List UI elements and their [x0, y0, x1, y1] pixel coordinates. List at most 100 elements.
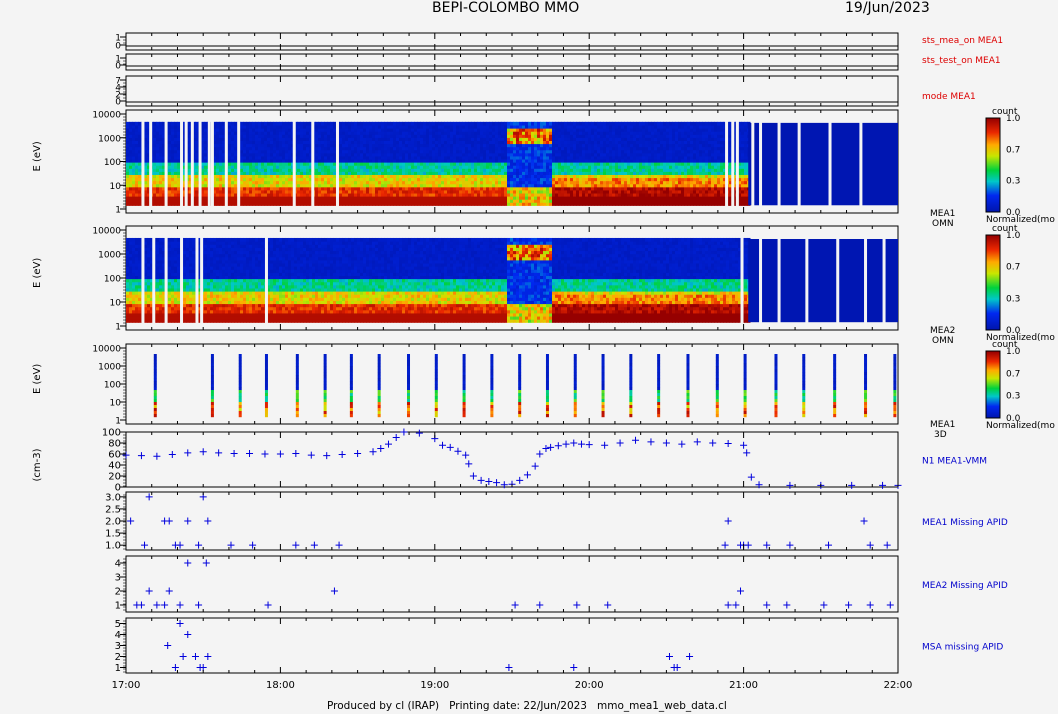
- data-point: [860, 517, 868, 525]
- data-gap: [141, 227, 145, 329]
- data-gap: [828, 111, 832, 212]
- data-point: [161, 601, 169, 609]
- data-point: [276, 450, 284, 458]
- data-point: [693, 438, 701, 446]
- panel-label: MEA2: [930, 326, 955, 336]
- y-tick-label: 1: [115, 663, 121, 674]
- y-tick-label: 2.0: [105, 517, 121, 528]
- data-point: [573, 601, 581, 609]
- data-point: [176, 620, 184, 627]
- data-point: [202, 559, 210, 567]
- data-point: [547, 443, 555, 451]
- data-gap: [335, 111, 339, 212]
- data-point: [199, 448, 207, 456]
- scatter-frame: [125, 617, 899, 674]
- data-point: [191, 653, 199, 660]
- spectrogram-mea2-omn: [126, 227, 898, 329]
- data-gap: [731, 111, 735, 212]
- data-gap: [777, 227, 781, 329]
- data-point: [127, 517, 135, 525]
- data-point: [204, 517, 212, 525]
- y-tick-label: 1000: [98, 134, 121, 144]
- data-gap: [725, 111, 729, 212]
- footer-credits: Produced by cl (IRAP) Printing date: 22/…: [327, 700, 727, 712]
- data-gap: [200, 227, 204, 329]
- data-gap: [207, 111, 211, 212]
- data-gap: [292, 111, 296, 212]
- data-point: [446, 443, 454, 451]
- data-point: [184, 517, 192, 525]
- y-tick-label: 100: [104, 381, 121, 391]
- panel-label: OMN: [932, 219, 954, 229]
- panel-label: MSA missing APID: [922, 643, 1003, 653]
- data-point: [477, 476, 485, 484]
- y-tick-label: 2: [115, 587, 121, 598]
- colorbar-tick: 0.3: [1006, 177, 1020, 187]
- data-point: [737, 587, 745, 595]
- data-point: [264, 601, 272, 609]
- y-tick-label: 4: [115, 630, 121, 641]
- data-point: [554, 442, 562, 450]
- data-point: [153, 601, 161, 609]
- y-tick-label: 10000: [92, 227, 121, 237]
- panel-label: sts_test_on MEA1: [922, 56, 1001, 66]
- data-point: [511, 601, 519, 609]
- data-point: [883, 541, 891, 549]
- data-point: [686, 653, 694, 660]
- y-tick-label: 1.5: [105, 529, 121, 540]
- data-point: [879, 481, 887, 489]
- data-point: [122, 451, 130, 459]
- data-gap: [759, 227, 763, 329]
- data-gap: [149, 111, 153, 212]
- data-point: [523, 471, 531, 479]
- data-gap: [180, 227, 184, 329]
- data-point: [137, 601, 145, 609]
- y-tick-label: 0: [115, 62, 121, 72]
- data-point: [570, 664, 578, 671]
- panel-label: OMN: [932, 336, 954, 346]
- x-tick-label: 22:00: [884, 680, 913, 691]
- y-tick-label: 2.5: [105, 504, 121, 515]
- data-point: [310, 541, 318, 549]
- y-tick-label: 20: [108, 472, 121, 483]
- data-point: [307, 451, 315, 459]
- y-tick-label: 0: [115, 98, 121, 108]
- colorbar-tick: 0.3: [1006, 294, 1020, 304]
- data-point: [465, 460, 473, 468]
- spectrogram-frame: [125, 343, 899, 425]
- data-point: [165, 517, 173, 525]
- data-point: [740, 441, 748, 449]
- data-point: [377, 445, 385, 452]
- data-point: [786, 481, 794, 489]
- colorbar: [985, 234, 1001, 331]
- data-point: [601, 441, 609, 449]
- data-point: [516, 476, 524, 484]
- y-tick-label: 1.0: [105, 541, 121, 552]
- y-tick-label: 60: [108, 450, 121, 461]
- y-tick-label: 10000: [92, 111, 121, 121]
- data-point: [647, 438, 655, 446]
- scatter-series: [122, 428, 902, 489]
- colorbar-tick: 0.7: [1006, 145, 1020, 155]
- y-tick-label: 80: [108, 439, 121, 450]
- y-tick-label: 10: [110, 182, 122, 192]
- panel-label: MEA1: [930, 420, 955, 430]
- scatter-frame: [125, 555, 899, 613]
- data-point: [462, 451, 470, 459]
- data-point: [786, 541, 794, 549]
- y-tick-label: 100: [104, 158, 121, 168]
- colorbar-tick: 0.3: [1006, 392, 1020, 402]
- data-gap: [264, 227, 268, 329]
- x-tick-label: 19:00: [420, 680, 449, 691]
- data-point: [542, 445, 550, 452]
- colorbar-tick: 1.0: [1006, 231, 1021, 241]
- data-point: [562, 440, 570, 448]
- data-point: [820, 601, 828, 609]
- data-gap: [190, 111, 194, 212]
- y-tick-label: 4: [115, 559, 121, 570]
- data-point: [536, 450, 544, 458]
- data-gap: [864, 227, 868, 329]
- data-gap: [859, 111, 863, 212]
- scatter-series: [133, 559, 894, 609]
- data-gap: [237, 111, 241, 212]
